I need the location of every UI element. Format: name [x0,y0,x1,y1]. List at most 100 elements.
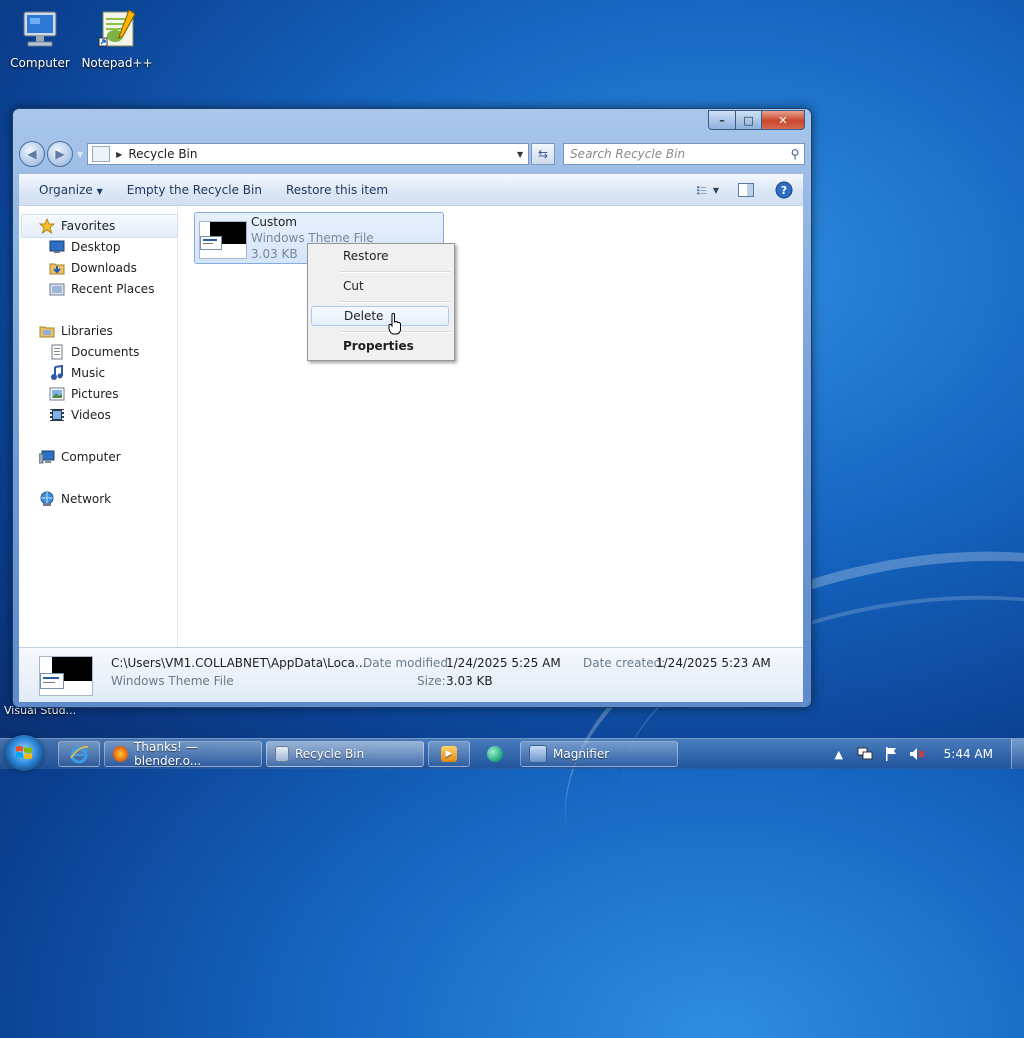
details-created-value: 1/24/2025 5:23 AM [656,656,771,670]
refresh-button[interactable]: ⇆ [531,143,556,165]
nav-item-documents[interactable]: Documents [49,342,139,362]
media-player-icon: ▶ [441,746,457,762]
notepad-plus-plus-icon [93,8,141,52]
taskbar-app[interactable] [474,741,516,767]
nav-label: Pictures [71,387,119,401]
nav-item-desktop[interactable]: Desktop [49,237,121,257]
organize-button[interactable]: Organize ▼ [19,183,115,197]
recycle-bin-icon [92,146,111,162]
breadcrumb-arrow-icon[interactable]: ▶ [116,150,122,159]
explorer-window: – □ ✕ ◀ ▶ ▼ ▶ Recycle Bin ▼ ⇆ ⚲ Organize… [12,108,812,708]
theme-file-icon [199,221,247,259]
desktop-icon [49,239,65,255]
recent-pages-dropdown[interactable]: ▼ [77,150,83,159]
computer-icon [16,8,64,52]
details-pane: C:\Users\VM1.COLLABNET\AppData\Loca... W… [19,647,803,702]
context-properties[interactable]: Properties [311,336,449,356]
start-button[interactable] [4,735,44,771]
nav-item-music[interactable]: Music [49,363,105,383]
magnifier-icon [529,745,547,763]
back-button[interactable]: ◀ [19,141,45,167]
nav-item-downloads[interactable]: Downloads [49,258,137,278]
desktop-icon-label: Computer [10,56,70,70]
minimize-button[interactable]: – [708,110,736,130]
help-icon: ? [775,181,793,199]
context-delete[interactable]: Delete [311,306,449,326]
desktop-icon-computer[interactable]: Computer [0,8,80,70]
nav-item-network[interactable]: Network [39,489,111,509]
menu-separator [340,301,450,303]
chevron-down-icon: ▼ [712,185,719,195]
nav-item-pictures[interactable]: Pictures [49,384,119,404]
details-file-path: C:\Users\VM1.COLLABNET\AppData\Loca... [111,656,367,670]
preview-pane-icon [738,183,754,197]
nav-label: Computer [61,450,121,464]
help-button[interactable]: ? [773,181,795,199]
action-center-flag-icon[interactable] [883,746,899,762]
nav-label: Favorites [61,219,116,233]
show-desktop-button[interactable] [1011,739,1024,769]
search-box[interactable]: ⚲ [563,143,806,165]
view-options-icon [697,186,707,195]
file-list: Custom Windows Theme File 3.03 KB [178,206,803,648]
details-size-label: Size: [417,674,446,688]
address-dropdown[interactable]: ▼ [512,150,528,159]
change-view-button[interactable]: ▼ [697,181,719,199]
videos-icon [49,407,65,423]
taskbar-ie[interactable] [58,741,100,767]
windows-logo-icon [16,746,32,759]
taskbar-firefox[interactable]: Thanks! — blender.o... [104,740,262,768]
navigation-pane: Favorites Desktop Downloads Recent Place… [19,206,178,648]
taskbar-magnifier[interactable]: Magnifier [520,741,678,767]
volume-muted-icon[interactable] [909,746,925,762]
nav-item-recent-places[interactable]: Recent Places [49,279,154,299]
restore-item-button[interactable]: Restore this item [274,183,400,197]
address-path[interactable]: Recycle Bin [128,147,512,161]
context-cut[interactable]: Cut [311,276,449,296]
taskbar: Thanks! — blender.o... Recycle Bin ▶ Mag… [0,735,1024,771]
context-menu: Restore Cut Delete Properties [307,243,455,361]
network-icon [39,491,55,507]
network-tray-icon[interactable] [857,746,873,762]
forward-button[interactable]: ▶ [47,141,73,167]
taskbar-label: Magnifier [553,747,610,761]
pictures-icon [49,386,65,402]
nav-item-computer[interactable]: Computer [39,447,121,467]
taskbar-recycle-bin[interactable]: Recycle Bin [266,741,424,767]
recycle-bin-icon [275,746,289,762]
close-button[interactable]: ✕ [762,110,805,130]
nav-label: Music [71,366,106,380]
clock[interactable]: 5:44 AM [944,747,993,761]
address-bar[interactable]: ▶ Recycle Bin ▼ [87,143,530,165]
nav-label: Network [61,492,112,506]
context-restore[interactable]: Restore [311,246,449,266]
nav-item-videos[interactable]: Videos [49,405,111,425]
taskbar-media-player[interactable]: ▶ [428,741,470,767]
nav-label: Documents [71,345,140,359]
window-controls: – □ ✕ [708,110,805,130]
downloads-folder-icon [49,260,65,276]
search-input[interactable] [564,146,787,162]
internet-explorer-icon [70,746,89,764]
firefox-icon [113,746,129,762]
nav-item-favorites[interactable]: Favorites [39,216,115,236]
maximize-button[interactable]: □ [736,110,762,130]
empty-recycle-bin-button[interactable]: Empty the Recycle Bin [115,183,274,197]
taskbar-label: Thanks! — blender.o... [134,740,202,768]
search-icon[interactable]: ⚲ [786,147,804,161]
show-hidden-icons-button[interactable]: ▲ [831,746,847,762]
music-icon [49,365,65,381]
preview-pane-button[interactable] [735,181,757,199]
star-icon [39,218,55,234]
forward-arrow-icon: ▶ [55,147,65,161]
nav-label: Libraries [61,324,113,338]
chevron-down-icon: ▼ [96,187,103,196]
app-icon [487,746,503,762]
back-arrow-icon: ◀ [27,147,37,161]
desktop-icon-notepad[interactable]: Notepad++ [77,8,157,70]
libraries-icon [39,323,55,339]
file-name: Custom [251,215,297,229]
menu-separator [340,271,450,273]
nav-item-libraries[interactable]: Libraries [39,321,113,341]
refresh-icon: ⇆ [538,147,549,161]
